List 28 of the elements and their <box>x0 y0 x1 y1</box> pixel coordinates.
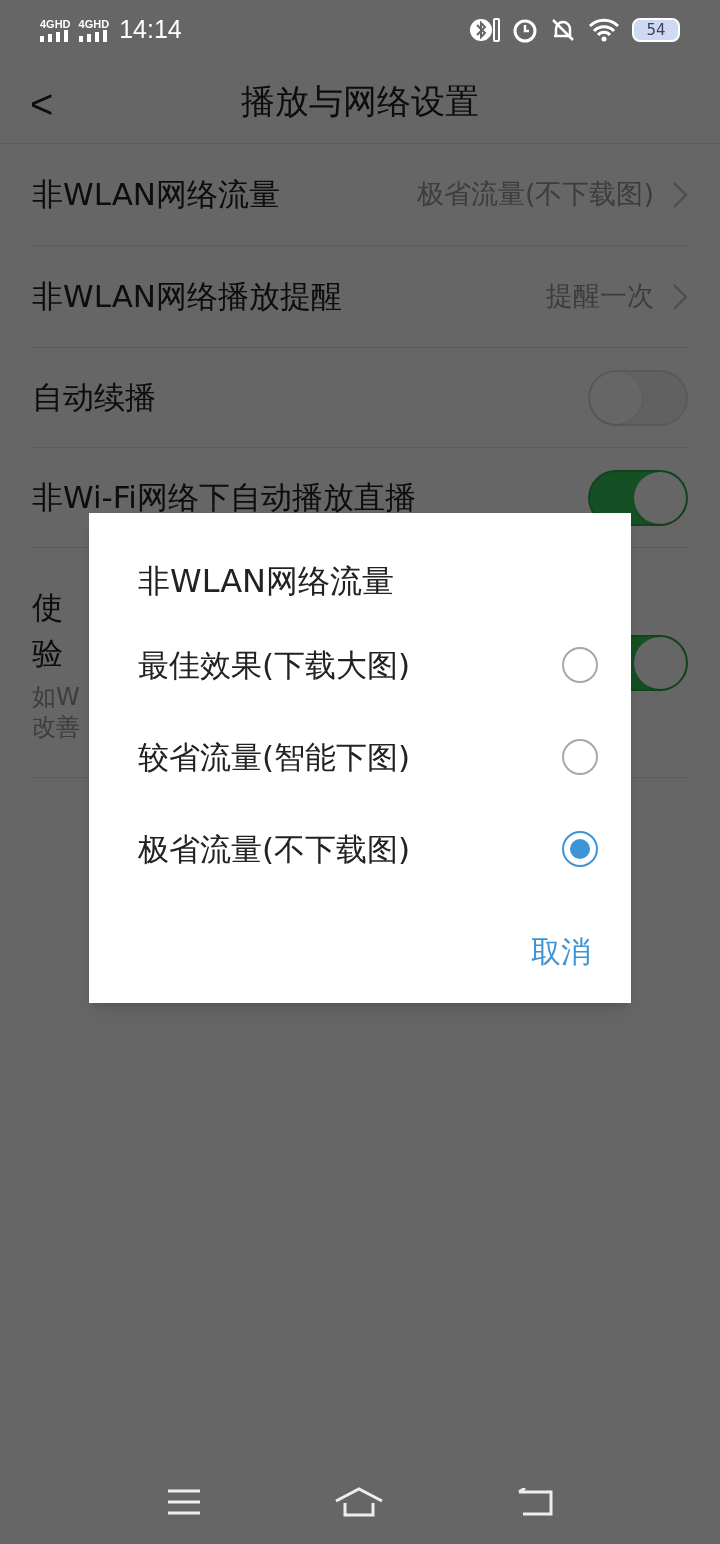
muted-bell-icon <box>550 17 576 43</box>
wifi-icon <box>588 18 620 42</box>
radio-button[interactable] <box>562 647 598 683</box>
alarm-clock-icon <box>512 17 538 43</box>
signal-icon <box>40 30 70 42</box>
radio-option[interactable]: 极省流量(不下载图) <box>138 814 598 884</box>
radio-button[interactable] <box>562 831 598 867</box>
bluetooth-icon <box>470 17 500 43</box>
network-type-text: 4GHD <box>78 18 110 30</box>
signal-icon <box>78 30 109 42</box>
network-type-text: 4GHD <box>40 18 71 30</box>
setting-label: 非Wi-Fi网络下自动播放直播 <box>32 478 416 518</box>
radio-option[interactable]: 较省流量(智能下图) <box>138 722 598 792</box>
back-icon[interactable] <box>517 1488 553 1516</box>
dialog-title: 非WLAN网络流量 <box>138 561 395 602</box>
radio-button[interactable] <box>562 739 598 775</box>
setting-label: 自动续播 <box>32 378 156 418</box>
setting-label: 使 <box>32 587 64 627</box>
home-icon[interactable] <box>335 1487 383 1517</box>
setting-label: 验 <box>32 633 64 673</box>
radio-option[interactable]: 最佳效果(下载大图) <box>138 630 598 700</box>
battery-icon: 54 <box>632 18 680 42</box>
clock-text: 14:14 <box>119 14 182 46</box>
page-title: 播放与网络设置 <box>241 80 479 123</box>
toggle-switch[interactable] <box>588 469 688 526</box>
setting-label: 非WLAN网络播放提醒 <box>32 277 343 317</box>
setting-label: 非WLAN网络流量 <box>32 175 281 215</box>
menu-icon[interactable] <box>167 1489 201 1515</box>
